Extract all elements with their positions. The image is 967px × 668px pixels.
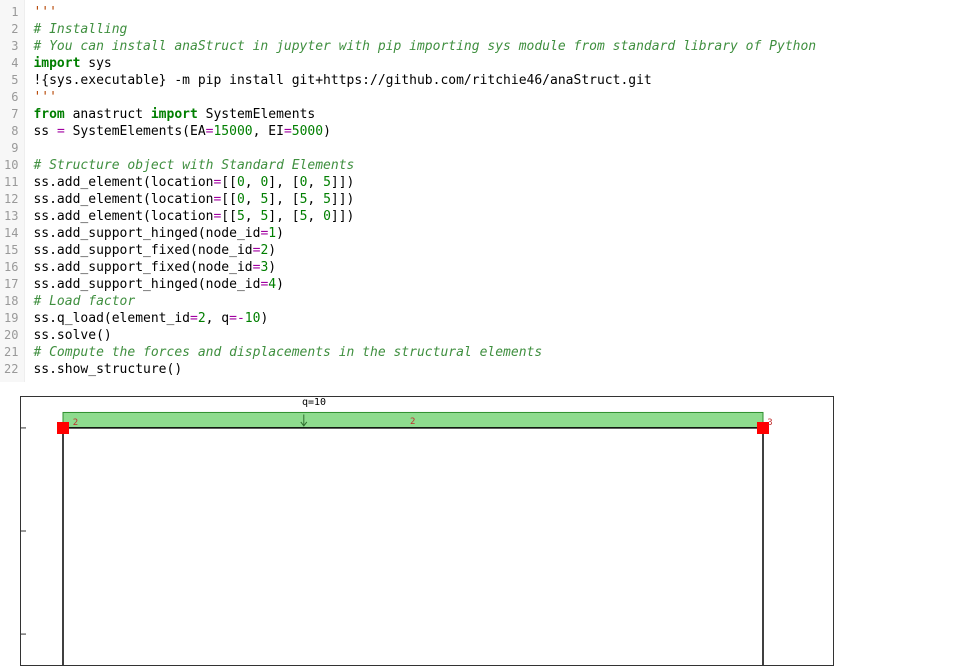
line-number: 19: [4, 310, 18, 327]
line-number: 21: [4, 344, 18, 361]
line-number: 16: [4, 259, 18, 276]
node-label: 2: [73, 418, 78, 428]
code-line: ss.q_load(element_id=2, q=-10): [33, 310, 959, 327]
code-line: ss.add_support_fixed(node_id=3): [33, 259, 959, 276]
code-line: ss.add_support_fixed(node_id=2): [33, 242, 959, 259]
code-body[interactable]: '''# Installing# You can install anaStru…: [25, 0, 967, 382]
line-number: 1: [4, 4, 18, 21]
code-line: ss = SystemElements(EA=15000, EI=5000): [33, 123, 959, 140]
element-label: 2: [410, 417, 415, 427]
line-number: 15: [4, 242, 18, 259]
line-number: 2: [4, 21, 18, 38]
code-line: from anastruct import SystemElements: [33, 106, 959, 123]
code-line: import sys: [33, 55, 959, 72]
line-number: 11: [4, 174, 18, 191]
line-number: 10: [4, 157, 18, 174]
code-line: ss.add_element(location=[[5, 5], [5, 0]]…: [33, 208, 959, 225]
line-number: 17: [4, 276, 18, 293]
line-number: 6: [4, 89, 18, 106]
code-line: ''': [33, 4, 959, 21]
code-line: [33, 140, 959, 157]
line-number: 8: [4, 123, 18, 140]
code-editor: 12345678910111213141516171819202122 '''#…: [0, 0, 967, 382]
code-line: ss.add_support_hinged(node_id=1): [33, 225, 959, 242]
line-number: 20: [4, 327, 18, 344]
line-number: 3: [4, 38, 18, 55]
line-number: 13: [4, 208, 18, 225]
line-number: 12: [4, 191, 18, 208]
code-line: ss.add_element(location=[[0, 0], [0, 5]]…: [33, 174, 959, 191]
fixed-support-icon: [57, 422, 69, 434]
code-line: ss.solve(): [33, 327, 959, 344]
code-line: # Structure object with Standard Element…: [33, 157, 959, 174]
line-number: 9: [4, 140, 18, 157]
code-line: !{sys.executable} -m pip install git+htt…: [33, 72, 959, 89]
code-line: ''': [33, 89, 959, 106]
line-number-gutter: 12345678910111213141516171819202122: [0, 0, 25, 382]
line-number: 7: [4, 106, 18, 123]
q-load-label: q=10: [302, 397, 326, 408]
code-line: ss.show_structure(): [33, 361, 959, 378]
node-label: 3: [767, 418, 772, 428]
line-number: 4: [4, 55, 18, 72]
structure-plot: 34523123q=10: [20, 396, 834, 666]
code-line: # You can install anaStruct in jupyter w…: [33, 38, 959, 55]
code-line: ss.add_support_hinged(node_id=4): [33, 276, 959, 293]
code-line: # Compute the forces and displacements i…: [33, 344, 959, 361]
line-number: 22: [4, 361, 18, 378]
code-line: # Load factor: [33, 293, 959, 310]
code-line: # Installing: [33, 21, 959, 38]
code-line: ss.add_element(location=[[0, 5], [5, 5]]…: [33, 191, 959, 208]
line-number: 14: [4, 225, 18, 242]
line-number: 5: [4, 72, 18, 89]
line-number: 18: [4, 293, 18, 310]
